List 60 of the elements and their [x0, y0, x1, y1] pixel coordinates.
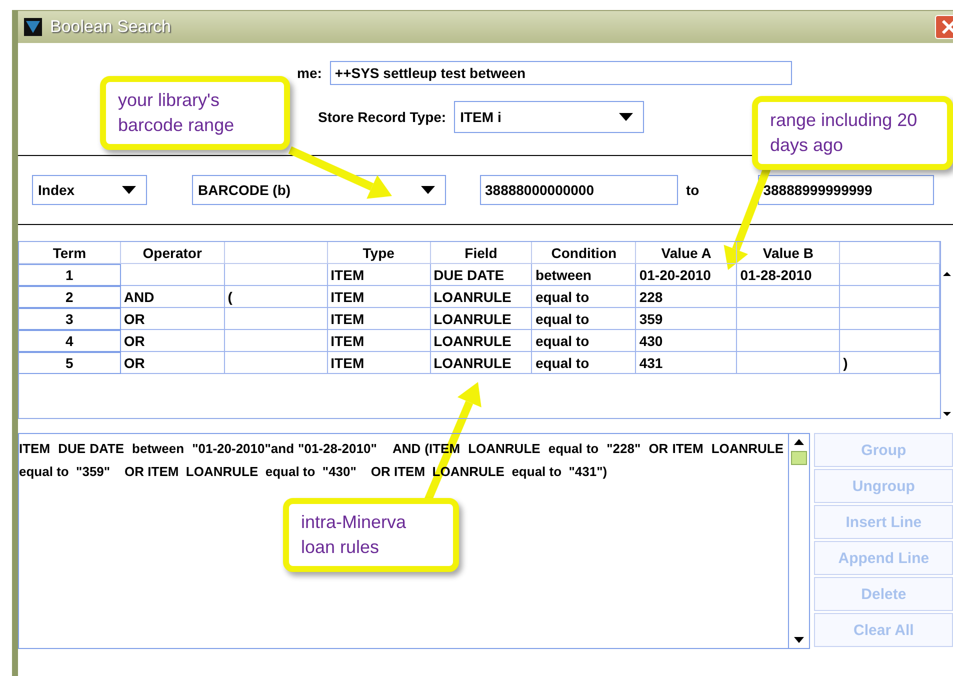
table-cell: 4 — [19, 330, 121, 352]
caret-icon — [122, 186, 136, 194]
to-label: to — [686, 182, 700, 198]
scroll-down-icon[interactable] — [792, 635, 805, 645]
table-cell: LOANRULE — [430, 308, 532, 330]
index-dropdown[interactable]: Index — [32, 175, 147, 205]
column-header: Operator — [120, 242, 225, 264]
table-cell: equal to — [532, 308, 636, 330]
field-dropdown[interactable]: BARCODE (b) — [192, 175, 446, 205]
column-header: Type — [328, 242, 431, 264]
table-cell: OR — [120, 308, 225, 330]
name-field[interactable]: ++SYS settleup test between — [330, 61, 792, 85]
table-cell: 359 — [636, 308, 738, 330]
table-cell: 3 — [19, 308, 121, 330]
scroll-thumb[interactable] — [790, 451, 807, 465]
caret-icon — [619, 113, 634, 121]
scroll-down-icon[interactable] — [941, 409, 953, 419]
field-label: me: — [297, 65, 322, 81]
table-cell: 01-28-2010 — [737, 264, 840, 286]
scrollbar[interactable] — [788, 433, 810, 649]
table-cell: equal to — [532, 330, 636, 352]
table-cell: 228 — [636, 286, 738, 308]
table-cell: ITEM — [328, 352, 431, 374]
table-cell: AND — [120, 286, 225, 308]
table-cell: OR — [120, 352, 225, 374]
table-cell: equal to — [532, 352, 636, 374]
table-cell: DUE DATE — [430, 264, 532, 286]
to-field[interactable]: 38888999999999 — [758, 175, 934, 205]
callout-note: intra-Minerva loan rules — [283, 498, 459, 572]
column-header: Term — [19, 242, 121, 264]
table-cell: ITEM — [328, 330, 431, 352]
table-cell: 430 — [636, 330, 738, 352]
record-type-dropdown[interactable]: ITEM i — [454, 101, 644, 133]
callout-note: range including 20 days ago — [752, 96, 953, 170]
table-cell: LOANRULE — [430, 286, 532, 308]
window-title: Boolean Search — [50, 17, 171, 37]
table-cell: ITEM — [328, 308, 431, 330]
callout-note: your library's barcode range — [100, 76, 290, 150]
column-header: Condition — [532, 242, 636, 264]
scroll-up-icon[interactable] — [792, 437, 805, 447]
table-cell: equal to — [532, 286, 636, 308]
table-cell: LOANRULE — [430, 352, 532, 374]
table-cell: between — [532, 264, 636, 286]
field-label: Store Record Type: — [318, 109, 446, 125]
table-cell: OR — [120, 330, 225, 352]
table-cell: ITEM — [328, 264, 431, 286]
column-header: Field — [430, 242, 532, 264]
caret-icon — [421, 186, 435, 194]
table-cell: 431 — [636, 352, 738, 374]
scroll-up-icon[interactable] — [941, 269, 953, 279]
close-icon[interactable] — [939, 19, 953, 35]
table-cell: 5 — [19, 352, 121, 374]
table-cell: ITEM — [328, 286, 431, 308]
table-cell: ( — [224, 286, 328, 308]
from-field[interactable]: 38888000000000 — [480, 175, 678, 205]
table-cell: 2 — [19, 286, 121, 308]
app-logo-icon — [24, 18, 42, 36]
table-cell: LOANRULE — [430, 330, 532, 352]
close-button[interactable] — [935, 15, 953, 39]
table-cell: 1 — [19, 264, 121, 286]
